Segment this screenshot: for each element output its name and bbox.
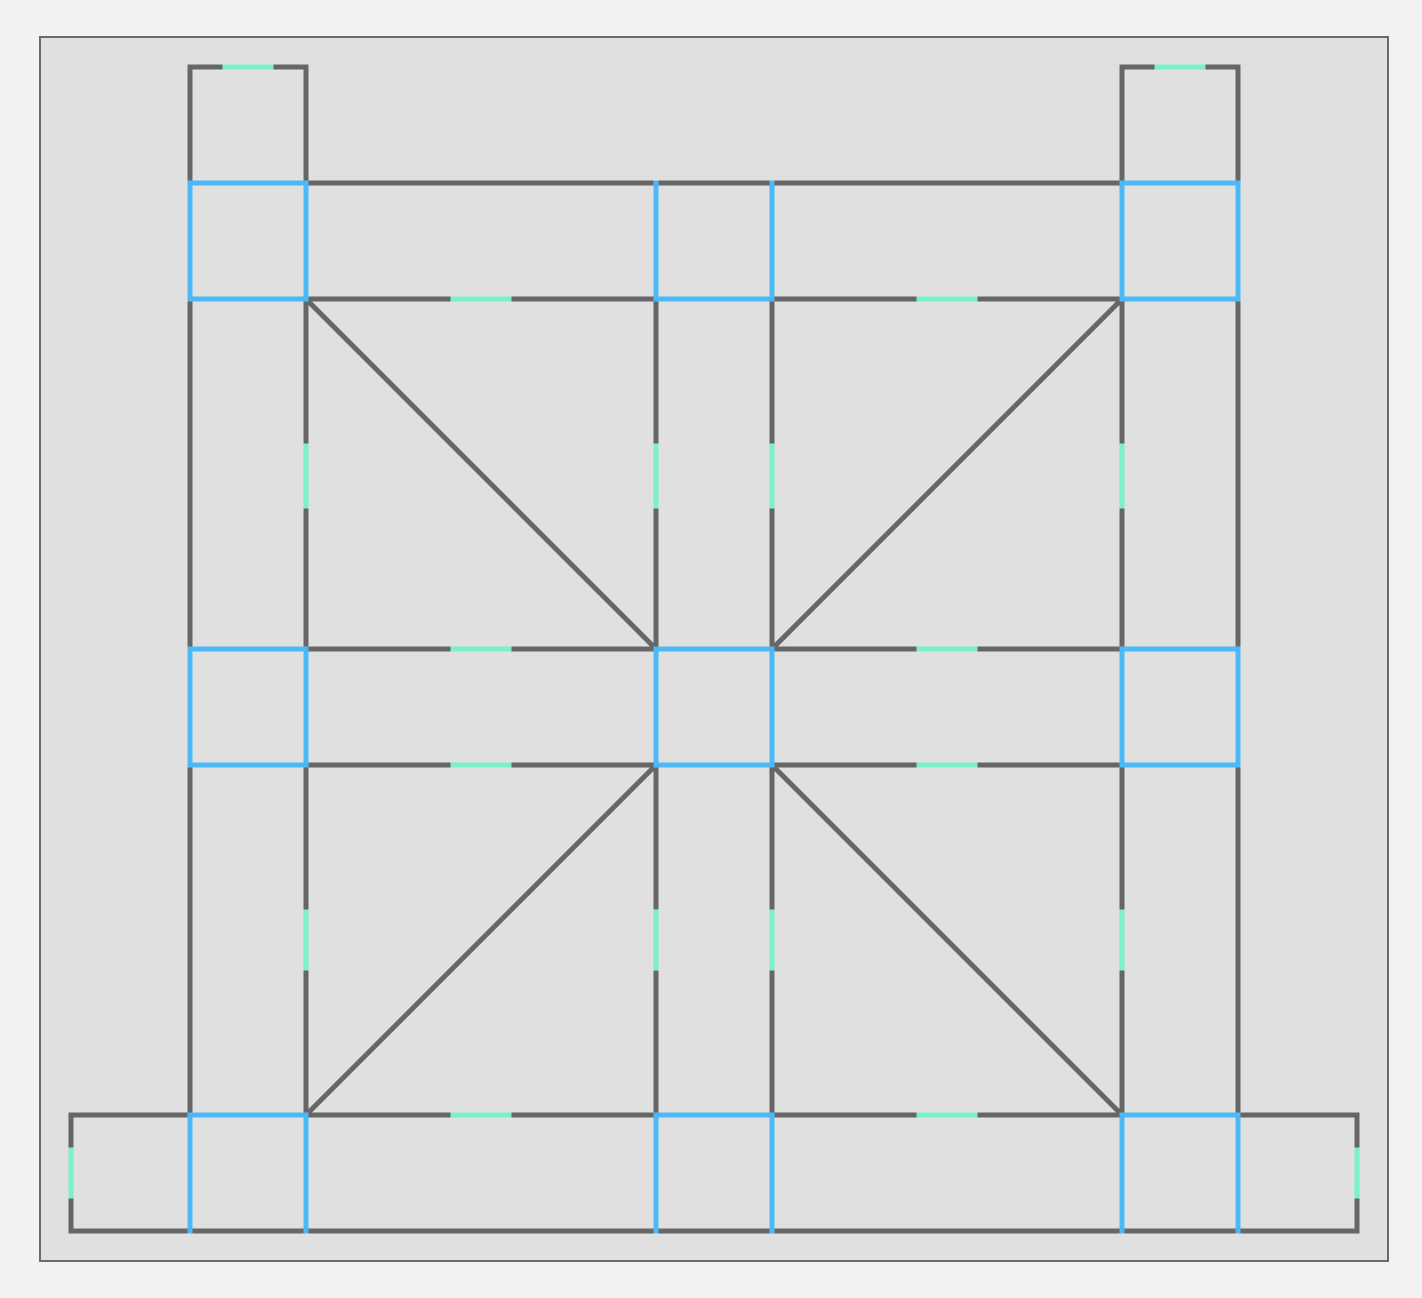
diagram-canvas: [0, 0, 1422, 1298]
floor-plan-diagram: [39, 36, 1389, 1262]
